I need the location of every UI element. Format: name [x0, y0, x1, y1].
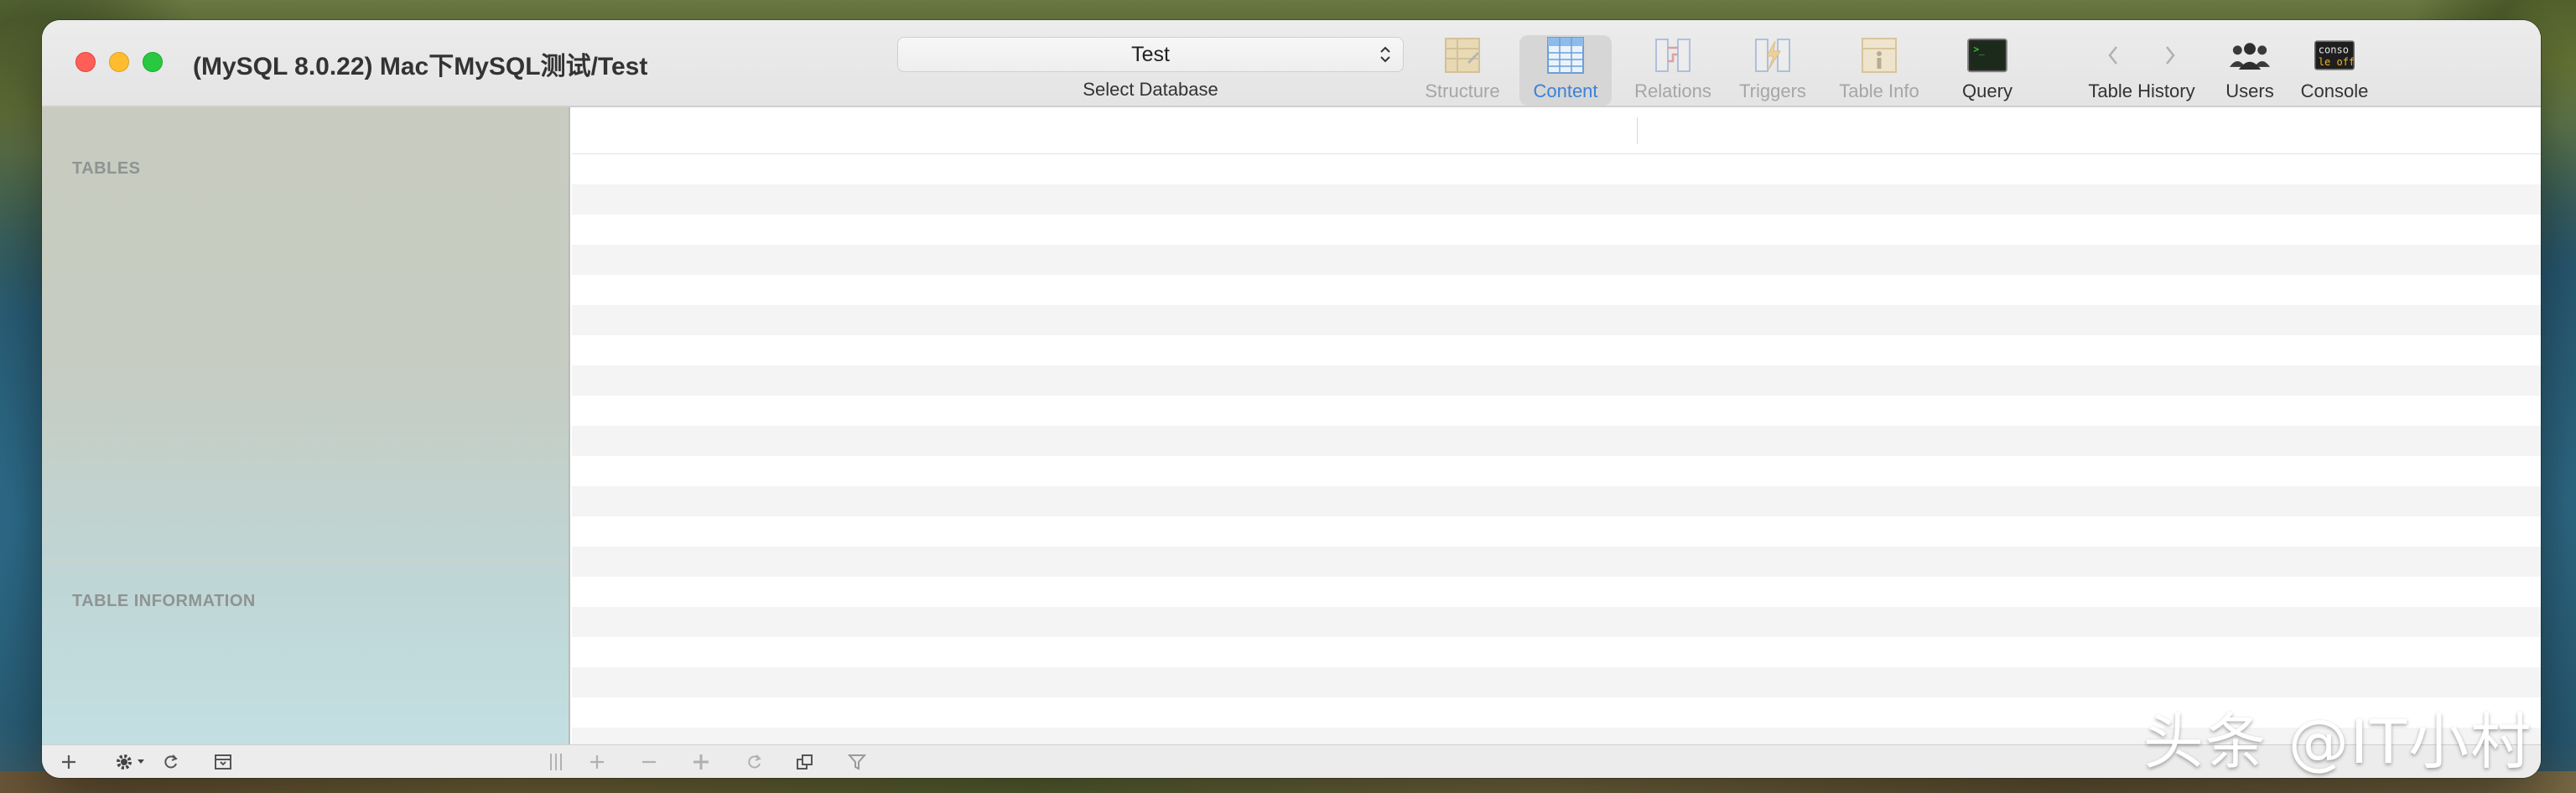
console-icon-text-1: conso	[2319, 44, 2349, 56]
minimize-window-button[interactable]	[109, 52, 129, 72]
tool-triggers[interactable]: Triggers	[1731, 35, 1815, 106]
table-row[interactable]	[572, 547, 2541, 577]
funnel-icon	[848, 754, 866, 770]
tables-section-header: TABLES	[72, 159, 141, 178]
triggers-icon	[1753, 35, 1793, 75]
tool-structure[interactable]: Structure	[1422, 35, 1503, 106]
refresh-content-button[interactable]	[743, 750, 766, 774]
app-window: (MySQL 8.0.22) Mac下MySQL测试/Test Test Sel…	[42, 20, 2541, 778]
duplicate-row-button[interactable]	[689, 750, 713, 774]
users-icon	[2230, 35, 2270, 75]
database-select-value: Test	[1131, 43, 1170, 66]
window-toggle-button[interactable]	[793, 750, 817, 774]
window-title: (MySQL 8.0.22) Mac下MySQL测试/Test	[193, 53, 648, 80]
add-row-button[interactable]	[585, 750, 609, 774]
gear-icon	[117, 754, 144, 770]
table-row[interactable]	[572, 335, 2541, 365]
refresh-icon	[164, 754, 178, 769]
add-table-button[interactable]	[57, 750, 80, 774]
tool-users[interactable]: Users	[2214, 35, 2286, 106]
tool-query-label: Query	[1962, 80, 2012, 101]
forward-chevron-icon	[2166, 46, 2175, 65]
column-separator[interactable]	[1637, 117, 1638, 144]
table-row[interactable]	[572, 396, 2541, 426]
sidebar-resize-grip[interactable]	[550, 754, 562, 770]
content-table[interactable]	[572, 107, 2541, 744]
tool-content[interactable]: Content	[1519, 35, 1612, 106]
table-row[interactable]	[572, 456, 2541, 486]
table-row[interactable]	[572, 516, 2541, 547]
watermark: 头条 @IT小村	[2143, 707, 2533, 777]
archive-icon	[215, 754, 231, 770]
table-rows	[572, 154, 2541, 744]
delete-row-button[interactable]	[637, 750, 661, 774]
tool-query[interactable]: >_ Query	[1945, 35, 2029, 106]
content-icon	[1545, 35, 1586, 75]
table-header-row	[572, 107, 2541, 154]
table-information-section-header: TABLE INFORMATION	[72, 592, 256, 610]
filter-tables-button[interactable]	[211, 750, 235, 774]
close-window-button[interactable]	[75, 52, 96, 72]
table-row[interactable]	[572, 365, 2541, 396]
tool-table-history[interactable]: Table History	[2075, 35, 2209, 106]
table-info-icon	[1859, 35, 1899, 75]
tool-relations-label: Relations	[1634, 80, 1711, 101]
refresh-tables-button[interactable]	[159, 750, 183, 774]
zoom-window-button[interactable]	[143, 52, 163, 72]
console-icon: conso le off	[2314, 35, 2355, 75]
tool-table-info[interactable]: Table Info	[1825, 35, 1934, 106]
table-row[interactable]	[572, 305, 2541, 335]
table-row[interactable]	[572, 637, 2541, 667]
tool-relations[interactable]: Relations	[1627, 35, 1719, 106]
tool-table-history-label: Table History	[2088, 80, 2195, 101]
duplicate-plus-icon	[693, 754, 709, 770]
table-row[interactable]	[572, 154, 2541, 184]
table-row[interactable]	[572, 275, 2541, 305]
tool-content-label: Content	[1533, 80, 1598, 101]
minus-icon	[642, 760, 656, 764]
table-row[interactable]	[572, 486, 2541, 516]
tool-console-label: Console	[2300, 80, 2369, 101]
plus-icon	[62, 755, 75, 769]
tool-table-info-label: Table Info	[1839, 80, 1919, 101]
tool-console[interactable]: conso le off Console	[2294, 35, 2375, 106]
table-row[interactable]	[572, 607, 2541, 637]
filter-button[interactable]	[845, 750, 869, 774]
tool-users-label: Users	[2225, 80, 2274, 101]
table-row[interactable]	[572, 184, 2541, 215]
sidebar-divider[interactable]	[42, 560, 569, 561]
window-overlap-icon	[797, 754, 813, 770]
tool-triggers-label: Triggers	[1739, 80, 1806, 101]
structure-icon	[1442, 35, 1483, 75]
refresh-icon	[748, 754, 761, 769]
table-row[interactable]	[572, 245, 2541, 275]
table-row[interactable]	[572, 426, 2541, 456]
terminal-icon: >_	[1967, 35, 2007, 75]
titlebar: (MySQL 8.0.22) Mac下MySQL测试/Test Test Sel…	[42, 20, 2541, 107]
tool-structure-label: Structure	[1425, 80, 1500, 101]
table-actions-button[interactable]	[112, 750, 149, 774]
table-row[interactable]	[572, 215, 2541, 245]
back-chevron-icon	[2108, 46, 2117, 65]
database-select-label: Select Database	[1083, 79, 1218, 100]
database-select[interactable]: Test	[897, 37, 1404, 72]
sidebar: TABLES TABLE INFORMATION	[42, 107, 570, 744]
svg-text:>_: >_	[1973, 44, 1985, 54]
history-nav	[2091, 35, 2192, 75]
console-icon-text-2: le off	[2319, 56, 2355, 68]
up-down-chevron-icon	[1380, 46, 1390, 63]
table-row[interactable]	[572, 577, 2541, 607]
relations-icon	[1653, 35, 1693, 75]
plus-icon	[590, 755, 604, 769]
